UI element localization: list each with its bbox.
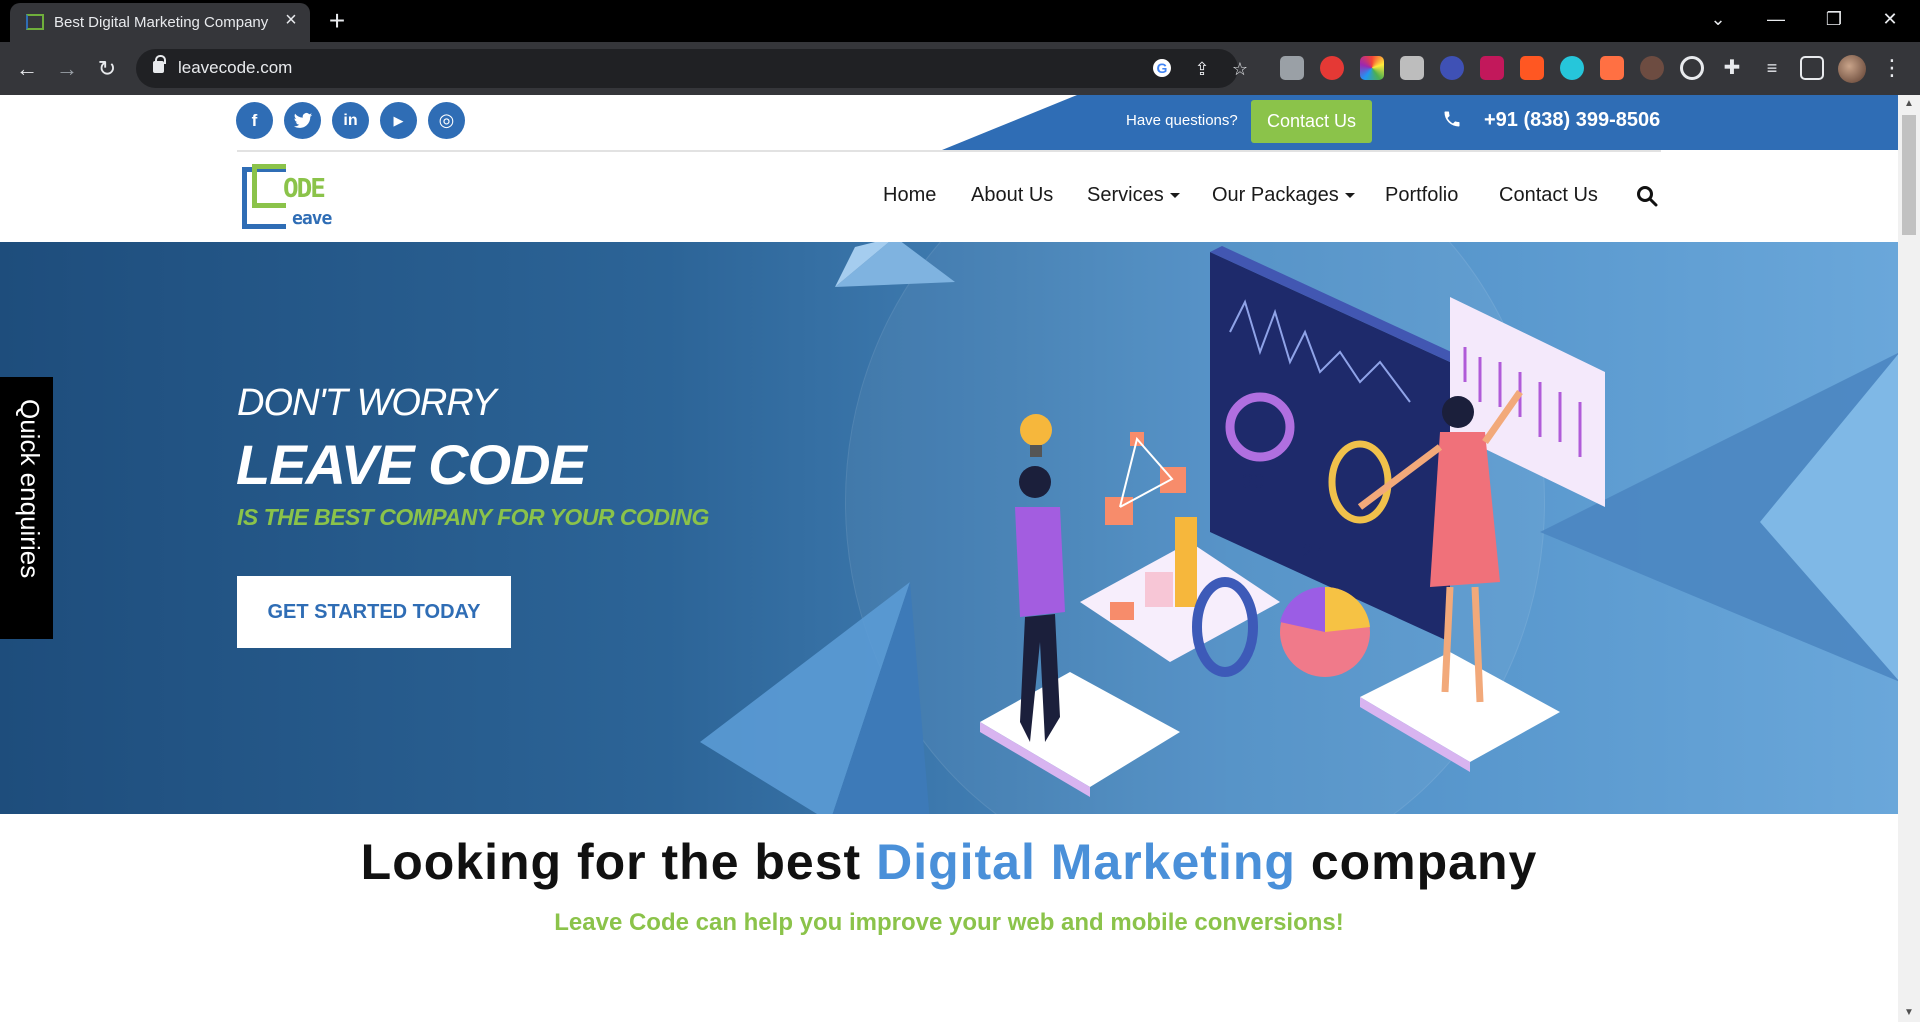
hero-kicker: DON'T WORRY <box>237 382 497 424</box>
nav-packages-label: Our Packages <box>1212 184 1339 206</box>
new-tab-button[interactable]: + <box>322 6 352 36</box>
linkedin-icon[interactable]: in <box>332 102 369 139</box>
page-ruler-extension-icon[interactable] <box>1400 56 1424 80</box>
extensions-puzzle-icon[interactable]: ✚ <box>1720 56 1744 80</box>
url-text[interactable]: leavecode.com <box>178 58 292 78</box>
fox-extension-icon[interactable] <box>1600 56 1624 80</box>
side-panel-icon[interactable] <box>1800 56 1824 80</box>
reading-list-icon[interactable]: ≡ <box>1760 56 1784 80</box>
hero-banner: DON'T WORRY LEAVE CODE IS THE BEST COMPA… <box>0 242 1898 814</box>
search-icon[interactable] <box>1636 185 1658 207</box>
bug-extension-icon[interactable] <box>1640 56 1664 80</box>
tab-title: Best Digital Marketing Company <box>54 14 269 31</box>
twitter-icon[interactable] <box>284 102 321 139</box>
quick-enquiries-label: Quick enquiries <box>15 399 45 579</box>
percent-extension-icon[interactable] <box>1520 56 1544 80</box>
address-bar[interactable]: leavecode.com G ⇪ ☆ <box>136 49 1248 88</box>
section-title-post: company <box>1295 834 1538 890</box>
camera-extension-icon[interactable] <box>1280 56 1304 80</box>
facebook-icon[interactable]: f <box>236 102 273 139</box>
reload-button[interactable]: ↻ <box>92 54 122 84</box>
browser-tab-bar: Best Digital Marketing Company × + ⌄ — ❐… <box>0 0 1920 42</box>
circle-extension-icon[interactable] <box>1560 56 1584 80</box>
top-info-bar: f in ▶ ◎ Have questions? Contact Us +91 … <box>0 95 1898 150</box>
bookmark-star-icon[interactable]: ☆ <box>1228 57 1252 81</box>
swirl-extension-icon[interactable] <box>1440 56 1464 80</box>
close-window-button[interactable]: ✕ <box>1862 0 1918 40</box>
tab-close-icon[interactable]: × <box>280 9 302 31</box>
chevron-down-icon <box>1344 193 1355 199</box>
main-navbar: ODE eave Home About Us Services Our Pack… <box>0 152 1898 240</box>
nav-portfolio[interactable]: Portfolio <box>1385 184 1458 207</box>
adblock-extension-icon[interactable] <box>1320 56 1344 80</box>
browser-tab[interactable]: Best Digital Marketing Company × <box>10 3 310 42</box>
browser-menu-icon[interactable]: ⋮ <box>1880 54 1904 84</box>
get-started-button[interactable]: GET STARTED TODAY <box>237 576 511 648</box>
analytics-illustration: 30 27 <box>980 246 1605 797</box>
logo-c-mark <box>252 164 286 208</box>
top-contact-band <box>942 95 1898 150</box>
share-icon[interactable]: ⇪ <box>1190 57 1214 81</box>
back-button[interactable]: ← <box>12 54 42 84</box>
lock-icon[interactable] <box>153 55 166 73</box>
target-extension-icon[interactable] <box>1680 56 1704 80</box>
nav-home[interactable]: Home <box>883 184 936 207</box>
chart-label-30: 30 <box>1242 471 1264 493</box>
site-favicon-icon <box>26 14 44 30</box>
browser-toolbar: ← → ↻ leavecode.com G ⇪ ☆ ✚ ≡ ⋮ <box>0 42 1920 95</box>
logo-ode-text: ODE <box>283 174 326 204</box>
section-subtitle: Leave Code can help you improve your web… <box>554 909 1344 936</box>
color-picker-extension-icon[interactable] <box>1360 56 1384 80</box>
nav-services-label: Services <box>1087 184 1164 206</box>
scroll-up-icon[interactable]: ▲ <box>1903 98 1915 109</box>
have-questions-text: Have questions? <box>1126 112 1238 129</box>
quick-enquiries-tab[interactable]: Quick enquiries <box>0 377 53 639</box>
chart-label-27: 27 <box>1302 541 1324 563</box>
youtube-icon[interactable]: ▶ <box>380 102 417 139</box>
forward-button[interactable]: → <box>52 54 82 84</box>
google-lens-icon[interactable]: G <box>1150 57 1174 81</box>
scroll-thumb[interactable] <box>1902 115 1916 235</box>
phone-number[interactable]: +91 (838) 399-8506 <box>1484 109 1660 132</box>
minimize-button[interactable]: — <box>1748 0 1804 40</box>
svg-text:G: G <box>1157 60 1168 76</box>
section-title: Looking for the best Digital Marketing c… <box>0 833 1898 891</box>
restore-button[interactable]: ❐ <box>1806 0 1862 40</box>
profile-avatar[interactable] <box>1838 55 1866 83</box>
instagram-icon[interactable]: ◎ <box>428 102 465 139</box>
web-page: f in ▶ ◎ Have questions? Contact Us +91 … <box>0 95 1898 1022</box>
triangle-decoration <box>835 242 955 287</box>
nav-about-us[interactable]: About Us <box>971 184 1053 207</box>
section-title-highlight: Digital Marketing <box>876 834 1296 890</box>
page-scrollbar[interactable]: ▲ ▼ <box>1898 95 1920 1022</box>
logo-eave-text: eave <box>292 208 332 229</box>
contact-us-top-button[interactable]: Contact Us <box>1251 100 1372 143</box>
triangle-decoration <box>700 582 930 814</box>
chevron-down-icon <box>1169 193 1180 199</box>
site-logo[interactable]: ODE eave <box>240 164 344 234</box>
nav-contact-us[interactable]: Contact Us <box>1499 184 1598 207</box>
section-title-pre: Looking for the best <box>360 834 877 890</box>
hero-title: LEAVE CODE <box>236 433 587 496</box>
tab-search-icon[interactable]: ⌄ <box>1690 0 1746 40</box>
phone-icon <box>1442 109 1462 131</box>
scroll-down-icon[interactable]: ▼ <box>1903 1007 1915 1018</box>
grid-extension-icon[interactable] <box>1480 56 1504 80</box>
nav-services[interactable]: Services <box>1087 184 1180 207</box>
nav-our-packages[interactable]: Our Packages <box>1212 184 1355 207</box>
hero-subtitle: IS THE BEST COMPANY FOR YOUR CODING <box>237 504 709 530</box>
